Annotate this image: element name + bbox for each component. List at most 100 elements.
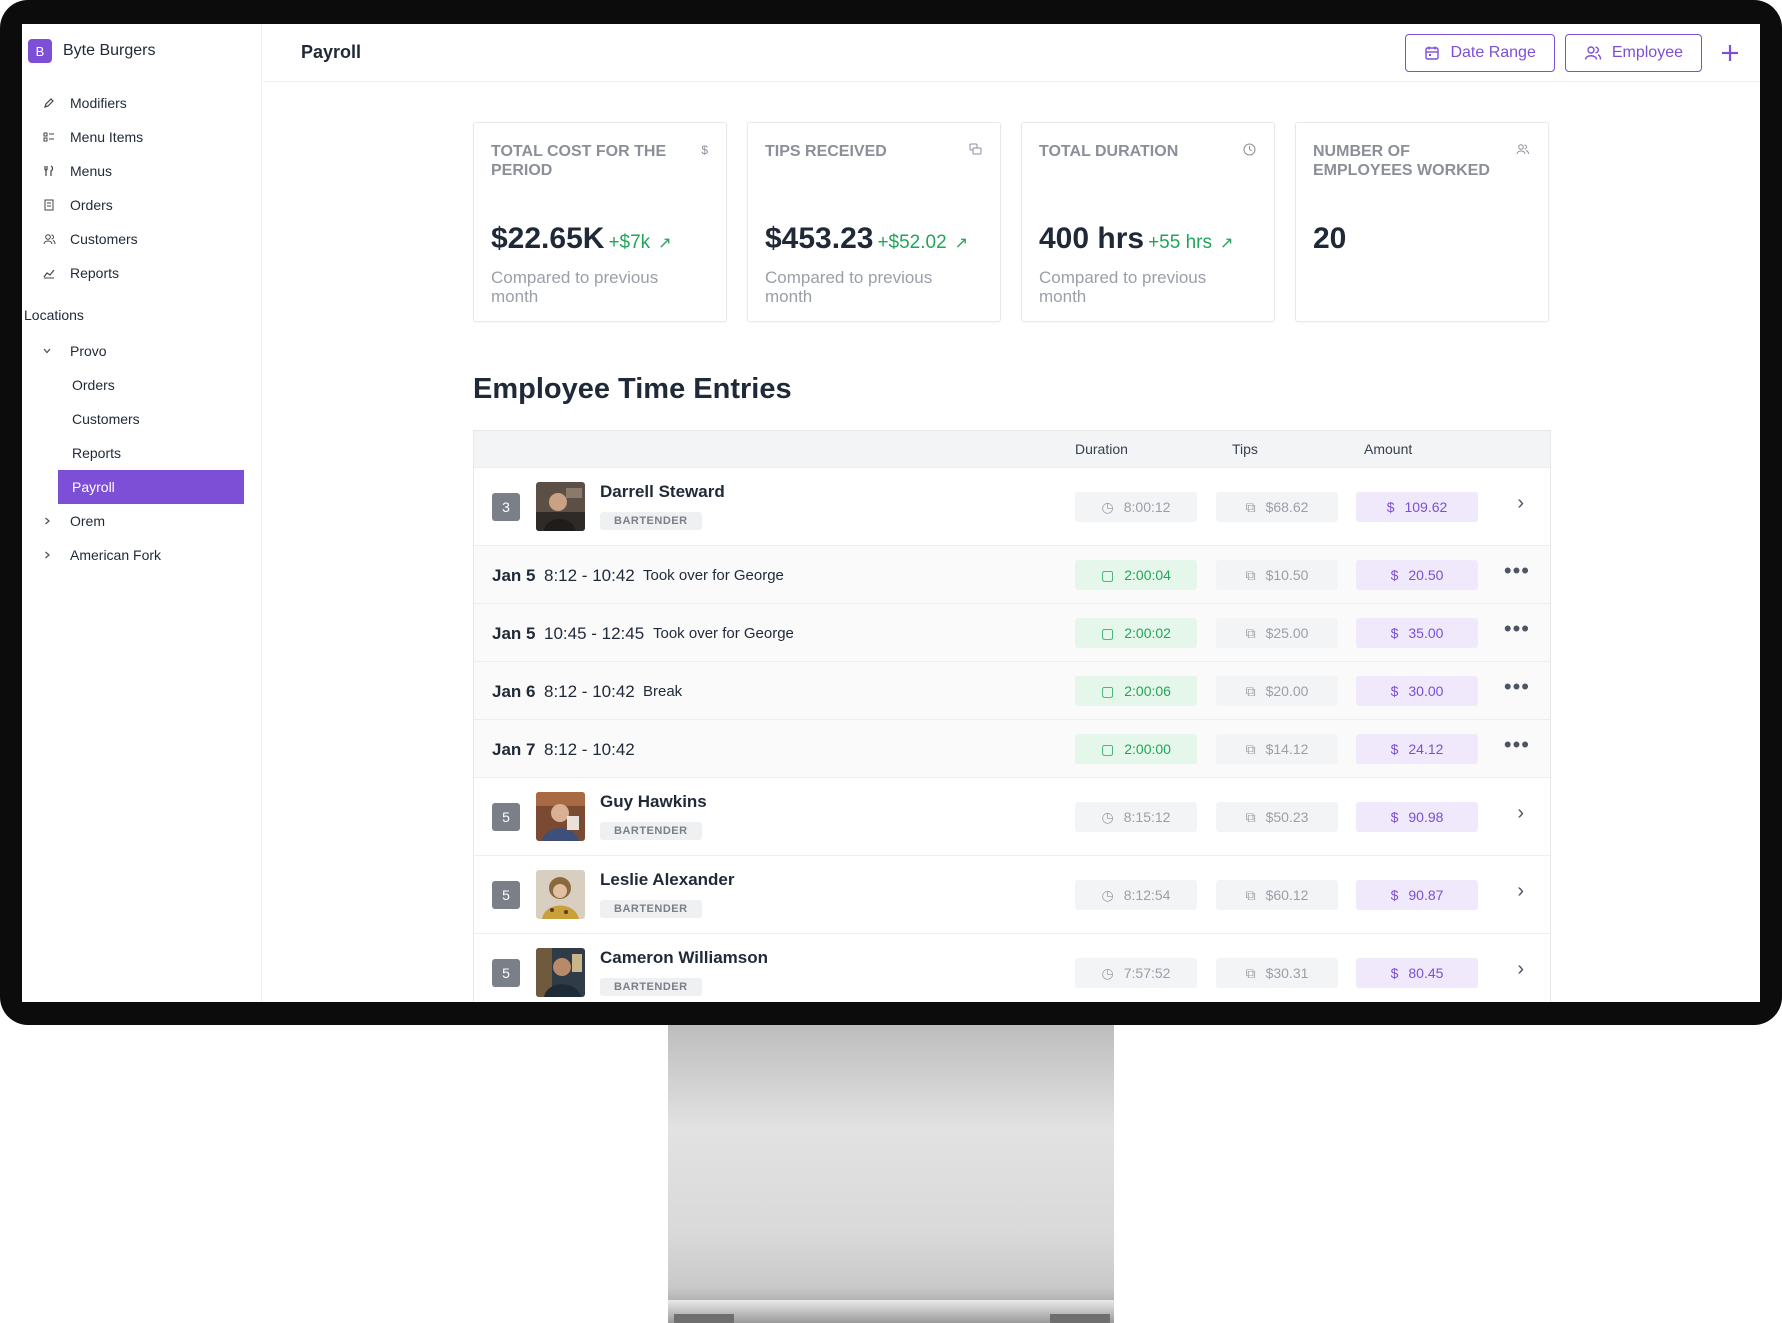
chevron-right-icon[interactable]: › — [1517, 880, 1524, 903]
location-label: Provo — [70, 343, 107, 359]
dollar-icon: $ — [1390, 809, 1399, 825]
arrow-up-right-icon: ↗ — [658, 235, 672, 252]
tips-pill: ⧉ $50.23 — [1216, 802, 1338, 832]
employee-name[interactable]: Cameron Williamson — [600, 948, 768, 968]
brand[interactable]: B Byte Burgers — [22, 24, 261, 78]
amount-pill: $30.00 — [1356, 676, 1478, 706]
location-american-fork[interactable]: American Fork — [22, 538, 261, 572]
amount-pill: $24.12 — [1356, 734, 1478, 764]
role-badge: BARTENDER — [600, 822, 702, 840]
sidebar-item-menus[interactable]: Menus — [22, 154, 261, 188]
rank-badge: 5 — [492, 881, 520, 909]
chart-icon — [42, 266, 56, 280]
dollar-icon: $ — [1390, 887, 1399, 903]
stat-card-title: NUMBER OF EMPLOYEES WORKED — [1313, 143, 1490, 179]
sidebar-item-orders[interactable]: Orders — [22, 188, 261, 222]
employee-name[interactable]: Guy Hawkins — [600, 792, 707, 812]
sidebar-item-reports[interactable]: Reports — [22, 256, 261, 290]
clock-icon: ◷ — [1101, 964, 1114, 981]
employee-name[interactable]: Darrell Steward — [600, 482, 725, 502]
users-icon — [1516, 143, 1530, 158]
more-options-icon[interactable]: ••• — [1504, 674, 1530, 700]
chevron-right-icon[interactable]: › — [1517, 492, 1524, 515]
duration-value: 2:00:00 — [1124, 741, 1171, 757]
dollar-icon: $ — [1390, 683, 1399, 699]
sidebar-subitem-orders[interactable]: Orders — [58, 368, 244, 402]
column-header-tips[interactable]: Tips — [1232, 441, 1258, 457]
app-screen: B Byte Burgers Modifiers Menu Items Menu… — [22, 24, 1760, 1002]
tips-pill: ⧉ $25.00 — [1216, 618, 1338, 648]
coins-icon: ⧉ — [1245, 498, 1256, 515]
sidebar-item-modifiers[interactable]: Modifiers — [22, 86, 261, 120]
time-entry-row[interactable]: Jan 5 10:45 - 12:45 Took over for George… — [474, 603, 1550, 661]
coins-icon: ⧉ — [1245, 886, 1256, 903]
date-range-button[interactable]: Date Range — [1405, 34, 1555, 72]
duration-pill: ◷ 8:00:12 — [1075, 492, 1197, 522]
sidebar-subitem-customers[interactable]: Customers — [58, 402, 244, 436]
role-badge: BARTENDER — [600, 512, 702, 530]
employee-filter-button[interactable]: Employee — [1564, 34, 1702, 72]
sidebar-item-menu-items[interactable]: Menu Items — [22, 120, 261, 154]
time-entry-row[interactable]: Jan 5 8:12 - 10:42 Took over for George … — [474, 545, 1550, 603]
employee-row[interactable]: 3 Darrell Steward BARTENDER ◷ 8:00:12 ⧉ $6… — [474, 467, 1550, 545]
avatar — [536, 948, 585, 997]
tips-value: $60.12 — [1265, 887, 1309, 903]
more-options-icon[interactable]: ••• — [1504, 558, 1530, 584]
column-header-amount[interactable]: Amount — [1364, 441, 1412, 457]
dollar-icon: $ — [1386, 499, 1395, 515]
employee-row[interactable]: 5 Guy Hawkins BARTENDER ◷ 8:15:12 ⧉ $50.23… — [474, 777, 1550, 855]
tips-pill: ⧉ $20.00 — [1216, 676, 1338, 706]
role-badge: BARTENDER — [600, 900, 702, 918]
entry-date: Jan 7 — [492, 740, 536, 759]
chevron-right-icon[interactable]: › — [1517, 802, 1524, 825]
amount-value: 20.50 — [1408, 567, 1444, 583]
locations-label: Locations — [24, 307, 84, 323]
duration-value: 2:00:06 — [1124, 683, 1171, 699]
amount-pill: $80.45 — [1356, 958, 1478, 988]
dollar-icon: $ — [1390, 965, 1399, 981]
employee-row[interactable]: 5 Leslie Alexander BARTENDER ◷ 8:12:54 ⧉ $… — [474, 855, 1550, 933]
sidebar-item-customers[interactable]: Customers — [22, 222, 261, 256]
duration-pill: ◷ 7:57:52 — [1075, 958, 1197, 988]
employee-row[interactable]: 5 Cameron Williamson BARTENDER ◷ 7:57:52 … — [474, 933, 1550, 1002]
top-header: Payroll Date Range Employee — [263, 24, 1760, 82]
time-entry-row[interactable]: Jan 6 8:12 - 10:42 Break ▢ 2:00:06 ⧉ $20.0… — [474, 661, 1550, 719]
stat-card-employees: NUMBER OF EMPLOYEES WORKED 20 — [1295, 122, 1549, 322]
duration-pill: ▢ 2:00:06 — [1075, 676, 1197, 706]
chevron-right-icon — [42, 516, 54, 526]
chevron-right-icon[interactable]: › — [1517, 958, 1524, 981]
entry-time-range: 8:12 - 10:42 — [544, 682, 635, 701]
square-icon: ▢ — [1101, 566, 1115, 583]
date-range-label: Date Range — [1450, 44, 1536, 61]
users-icon — [1584, 46, 1602, 60]
dollar-icon: $ — [1390, 625, 1399, 641]
time-entries-table: Duration Tips Amount 3 Darrell Steward B… — [473, 430, 1551, 1002]
location-provo[interactable]: Provo — [22, 334, 261, 368]
entry-note: Break — [643, 683, 683, 700]
amount-value: 80.45 — [1408, 965, 1444, 981]
page-title: Payroll — [301, 42, 362, 62]
tips-pill: ⧉ $60.12 — [1216, 880, 1338, 910]
employee-name[interactable]: Leslie Alexander — [600, 870, 735, 890]
brand-logo: B — [28, 39, 52, 63]
stat-card-delta: +$52.02 — [877, 232, 947, 253]
more-options-icon[interactable]: ••• — [1504, 732, 1530, 758]
stat-card-title: TOTAL DURATION — [1039, 143, 1179, 160]
entry-time-range: 8:12 - 10:42 — [544, 740, 635, 759]
users-icon — [42, 232, 56, 246]
duration-pill: ▢ 2:00:00 — [1075, 734, 1197, 764]
amount-value: 35.00 — [1408, 625, 1444, 641]
receipt-icon — [42, 198, 56, 212]
tips-value: $68.62 — [1265, 499, 1309, 515]
sidebar-subitem-payroll[interactable]: Payroll — [58, 470, 244, 504]
add-button[interactable] — [1712, 35, 1748, 71]
monitor-stand-base — [668, 1300, 1114, 1323]
more-options-icon[interactable]: ••• — [1504, 616, 1530, 642]
location-orem[interactable]: Orem — [22, 504, 261, 538]
avatar — [536, 792, 585, 841]
stat-card-subtitle: Compared to previous month — [1039, 268, 1207, 306]
sidebar-subitem-reports[interactable]: Reports — [58, 436, 244, 470]
column-header-duration[interactable]: Duration — [1075, 441, 1128, 457]
sidebar-item-label: Menus — [70, 163, 113, 179]
time-entry-row[interactable]: Jan 7 8:12 - 10:42 ▢ 2:00:00 ⧉ $14.12 $24.… — [474, 719, 1550, 777]
